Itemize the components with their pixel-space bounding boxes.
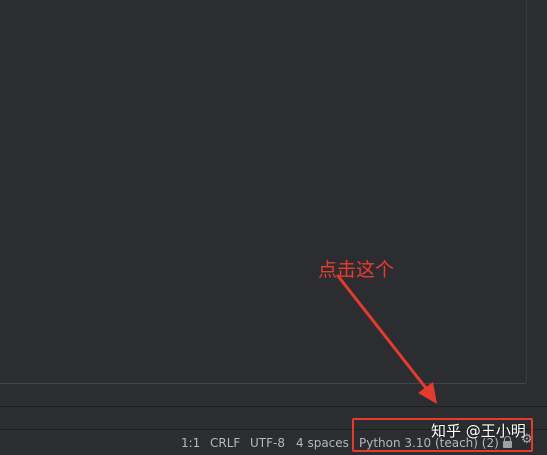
tool-window-strip [0,384,547,406]
file-encoding-widget[interactable]: UTF-8 [250,434,285,452]
editor-area[interactable] [0,0,526,383]
ide-window: 1:1 CRLF UTF-8 4 spaces Python 3.10 (tea… [0,0,547,455]
caret-position-widget[interactable]: 1:1 [181,434,200,452]
line-separator-widget[interactable]: CRLF [210,434,240,452]
watermark-text: 知乎 @王小明 [431,422,526,440]
annotation-label: 点击这个 [318,259,395,281]
editor-vertical-scrollbar[interactable] [526,0,547,383]
indent-widget[interactable]: 4 spaces [296,434,349,452]
